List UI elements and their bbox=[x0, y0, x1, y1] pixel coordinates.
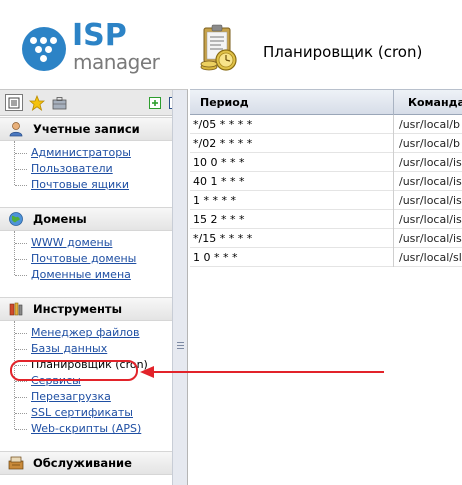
page-title: Планировщик (cron) bbox=[263, 43, 423, 61]
cell-command: /usr/local/b bbox=[399, 137, 460, 150]
cell-command: /usr/local/sl bbox=[399, 251, 462, 264]
sidebar-item-administrators[interactable]: Администраторы bbox=[14, 145, 172, 161]
cell-period: */05 * * * * bbox=[190, 115, 394, 134]
cell-period: */02 * * * * bbox=[190, 134, 394, 153]
table-row[interactable]: 40 1 * * * /usr/local/is bbox=[190, 172, 462, 191]
table-row[interactable]: */05 * * * * /usr/local/b bbox=[190, 115, 462, 134]
annotation-highlight-scheduler bbox=[10, 360, 138, 381]
star-favorites-icon[interactable] bbox=[28, 94, 46, 111]
sidebar-item-users[interactable]: Пользователи bbox=[14, 161, 172, 177]
ispmanager-logo-icon bbox=[22, 27, 66, 71]
table-header: Период Команда bbox=[190, 89, 462, 115]
maintenance-icon bbox=[8, 455, 24, 471]
group-domains[interactable]: Домены bbox=[0, 207, 172, 231]
tree-view-icon[interactable] bbox=[5, 94, 23, 111]
group-items: Менеджер файлов Базы данных Планировщик … bbox=[0, 321, 172, 445]
table-row[interactable]: 1 0 * * * /usr/local/sl bbox=[190, 248, 462, 267]
group-maintenance[interactable]: Обслуживание bbox=[0, 451, 172, 475]
sidebar-item-mailboxes[interactable]: Почтовые ящики bbox=[14, 177, 172, 193]
cell-command: /usr/local/is bbox=[399, 194, 462, 207]
sidebar-item-reboot[interactable]: Перезагрузка bbox=[14, 389, 172, 405]
sidebar-item-mail-domains[interactable]: Почтовые домены bbox=[14, 251, 172, 267]
sidebar: Учетные записи Администраторы Пользовате… bbox=[0, 89, 188, 485]
column-header-period[interactable]: Период bbox=[190, 90, 394, 115]
cell-period: 1 0 * * * bbox=[190, 248, 394, 267]
ispmanager-logo[interactable]: ISP manager bbox=[22, 18, 162, 76]
table-row[interactable]: 1 * * * * /usr/local/is bbox=[190, 191, 462, 210]
sidebar-item-domain-names[interactable]: Доменные имена bbox=[14, 267, 172, 283]
header: ISP manager Планировщик (cron) bbox=[0, 0, 462, 86]
cell-command: /usr/local/is bbox=[399, 175, 462, 188]
logo-manager-text: manager bbox=[73, 50, 160, 74]
sidebar-item-www-domains[interactable]: WWW домены bbox=[14, 235, 172, 251]
table-row[interactable]: 15 2 * * * /usr/local/is bbox=[190, 210, 462, 229]
sidebar-item-ssl-certificates[interactable]: SSL сертификаты bbox=[14, 405, 172, 421]
sidebar-toolbar bbox=[0, 90, 181, 116]
group-label: Обслуживание bbox=[33, 456, 132, 470]
logo-isp-text: ISP bbox=[72, 18, 127, 53]
group-items: Администраторы Пользователи Почтовые ящи… bbox=[0, 141, 172, 201]
cell-period: 40 1 * * * bbox=[190, 172, 394, 191]
sidebar-scrollbar[interactable] bbox=[172, 90, 187, 485]
cell-command: /usr/local/is bbox=[399, 232, 462, 245]
sidebar-item-databases[interactable]: Базы данных bbox=[14, 341, 172, 357]
cron-table: Период Команда */05 * * * * /usr/local/b… bbox=[190, 89, 462, 485]
sidebar-menu: Учетные записи Администраторы Пользовате… bbox=[0, 117, 172, 475]
cell-command: /usr/local/b bbox=[399, 118, 460, 131]
group-label: Учетные записи bbox=[33, 122, 140, 136]
scrollbar-grip-icon[interactable] bbox=[177, 340, 184, 352]
group-label: Домены bbox=[33, 212, 87, 226]
domains-globe-icon bbox=[8, 211, 24, 227]
cell-command: /usr/local/is bbox=[399, 213, 462, 226]
column-header-command[interactable]: Команда bbox=[394, 90, 462, 115]
cell-period: 15 2 * * * bbox=[190, 210, 394, 229]
cell-period: 1 * * * * bbox=[190, 191, 394, 210]
table-row[interactable]: 10 0 * * * /usr/local/is bbox=[190, 153, 462, 172]
scheduler-clipboard-icon bbox=[200, 24, 237, 71]
table-row[interactable]: */02 * * * * /usr/local/b bbox=[190, 134, 462, 153]
table-body: */05 * * * * /usr/local/b */02 * * * * /… bbox=[190, 115, 462, 267]
tools-icon bbox=[8, 301, 24, 317]
sidebar-item-file-manager[interactable]: Менеджер файлов bbox=[14, 325, 172, 341]
group-accounts[interactable]: Учетные записи bbox=[0, 117, 172, 141]
group-items: WWW домены Почтовые домены Доменные имен… bbox=[0, 231, 172, 291]
cell-period: */15 * * * * bbox=[190, 229, 394, 248]
briefcase-icon[interactable] bbox=[50, 94, 68, 111]
accounts-icon bbox=[8, 121, 24, 137]
expand-all-icon[interactable] bbox=[146, 94, 164, 111]
cell-period: 10 0 * * * bbox=[190, 153, 394, 172]
group-tools[interactable]: Инструменты bbox=[0, 297, 172, 321]
cell-command: /usr/local/is bbox=[399, 156, 462, 169]
group-label: Инструменты bbox=[33, 302, 122, 316]
table-row[interactable]: */15 * * * * /usr/local/is bbox=[190, 229, 462, 248]
sidebar-item-web-scripts[interactable]: Web-скрипты (APS) bbox=[14, 421, 172, 437]
